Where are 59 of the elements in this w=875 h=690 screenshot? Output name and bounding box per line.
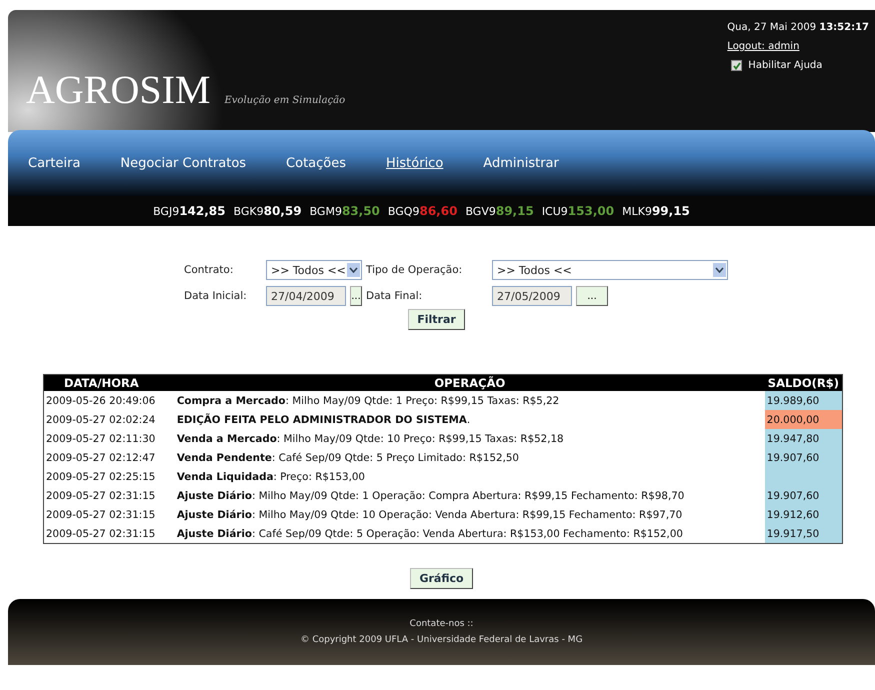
balance-cell: 19.917,50 bbox=[764, 524, 842, 544]
nav-tab[interactable]: Negociar Contratos bbox=[120, 156, 246, 170]
table-cell: 2009-05-27 02:31:15 bbox=[44, 524, 175, 544]
balance-cell: 19.907,60 bbox=[764, 448, 842, 467]
nav-tab[interactable]: Histórico bbox=[386, 156, 444, 170]
table-cell: 2009-05-27 02:12:47 bbox=[44, 448, 175, 467]
ticker-quote: MLK999,15 bbox=[622, 204, 690, 218]
caret-icon bbox=[347, 263, 360, 277]
ticker-quote: BGV989,15 bbox=[465, 204, 534, 218]
column-header: OPERAÇÃO bbox=[174, 374, 765, 391]
chart-button[interactable]: Gráfico bbox=[410, 568, 473, 589]
table-cell: Venda a Mercado: Milho May/09 Qtde: 10 Preço: R$99,15 Taxas: R$52,18 bbox=[174, 429, 765, 448]
nav-tab[interactable]: Cotações bbox=[286, 156, 346, 170]
balance-cell: 19.907,60 bbox=[764, 486, 842, 505]
table-cell: Compra a Mercado: Milho May/09 Qtde: 1 Preço: R$99,15 Taxas: R$5,22 bbox=[174, 391, 765, 410]
balance-cell: 20.000,00 bbox=[764, 410, 842, 429]
table-cell: 2009-05-27 02:25:15 bbox=[44, 467, 175, 486]
date-picker-button[interactable]: ... bbox=[350, 286, 362, 306]
table-cell: 2009-05-27 02:31:15 bbox=[44, 486, 175, 505]
table-cell: 2009-05-26 20:49:06 bbox=[44, 391, 175, 410]
help-checkbox[interactable] bbox=[731, 60, 742, 71]
table-cell: 2009-05-27 02:02:24 bbox=[44, 410, 175, 429]
caret-icon bbox=[713, 263, 726, 277]
help-label: Habilitar Ajuda bbox=[748, 60, 822, 71]
logout-link[interactable]: Logout: admin bbox=[727, 41, 869, 52]
copyright-text: © Copyright 2009 UFLA - Universidade Federal de Lavras - MG bbox=[300, 635, 583, 645]
nav-tab[interactable]: Carteira bbox=[28, 156, 80, 170]
field-label: Data Inicial: bbox=[184, 290, 248, 302]
ticker-quote: BGJ9142,85 bbox=[153, 204, 226, 218]
ticker-quote: ICU9153,00 bbox=[542, 204, 614, 218]
nav-tab[interactable]: Administrar bbox=[483, 156, 559, 170]
table-cell: Ajuste Diário: Café Sep/09 Qtde: 5 Operação: Venda Abertura: R$153,00 Fechamento: R$152,00 bbox=[174, 524, 765, 544]
filter-button[interactable]: Filtrar bbox=[408, 309, 465, 330]
field-label: Contrato: bbox=[184, 264, 234, 276]
contact-link[interactable]: Contate-nos :: bbox=[410, 619, 474, 629]
tagline: Evolução em Simulação bbox=[224, 95, 346, 108]
balance-cell: 19.989,60 bbox=[764, 391, 842, 410]
table-cell: EDIÇÃO FEITA PELO ADMINISTRADOR DO SISTEMA. bbox=[174, 410, 765, 429]
table-cell: Ajuste Diário: Milho May/09 Qtde: 10 Operação: Venda Abertura: R$99,15 Fechamento: R$97,70 bbox=[174, 505, 765, 524]
start-date-field[interactable]: 27/04/2009 bbox=[266, 286, 346, 306]
balance-cell: 19.912,60 bbox=[764, 505, 842, 524]
operation-type-dropdown[interactable]: >> Todos << bbox=[492, 260, 728, 280]
column-header: DATA/HORA bbox=[44, 374, 175, 391]
column-header: SALDO(R$) bbox=[764, 374, 842, 391]
ticker-quote: BGQ986,60 bbox=[388, 204, 458, 218]
end-date-field[interactable]: 27/05/2009 bbox=[492, 286, 572, 306]
contract-dropdown[interactable]: >> Todos << bbox=[266, 260, 362, 280]
table-cell: Venda Liquidada: Preço: R$153,00 bbox=[174, 467, 765, 486]
balance-cell: 19.947,80 bbox=[764, 429, 842, 448]
ticker-quote: BGK980,59 bbox=[234, 204, 302, 218]
table-cell: 2009-05-27 02:11:30 bbox=[44, 429, 175, 448]
date-time: Qua, 27 Mai 2009 13:52:17 bbox=[727, 22, 869, 33]
table-cell: Ajuste Diário: Milho May/09 Qtde: 1 Operação: Compra Abertura: R$99,15 Fechamento: R$98,70 bbox=[174, 486, 765, 505]
date-picker-button[interactable]: ... bbox=[576, 286, 608, 306]
field-label: Data Final: bbox=[366, 290, 424, 302]
ticker-quote: BGM983,50 bbox=[310, 204, 380, 218]
field-label: Tipo de Operação: bbox=[366, 264, 464, 276]
table-cell: Venda Pendente: Café Sep/09 Qtde: 5 Preço Limitado: R$152,50 bbox=[174, 448, 765, 467]
table-cell: 2009-05-27 02:31:15 bbox=[44, 505, 175, 524]
